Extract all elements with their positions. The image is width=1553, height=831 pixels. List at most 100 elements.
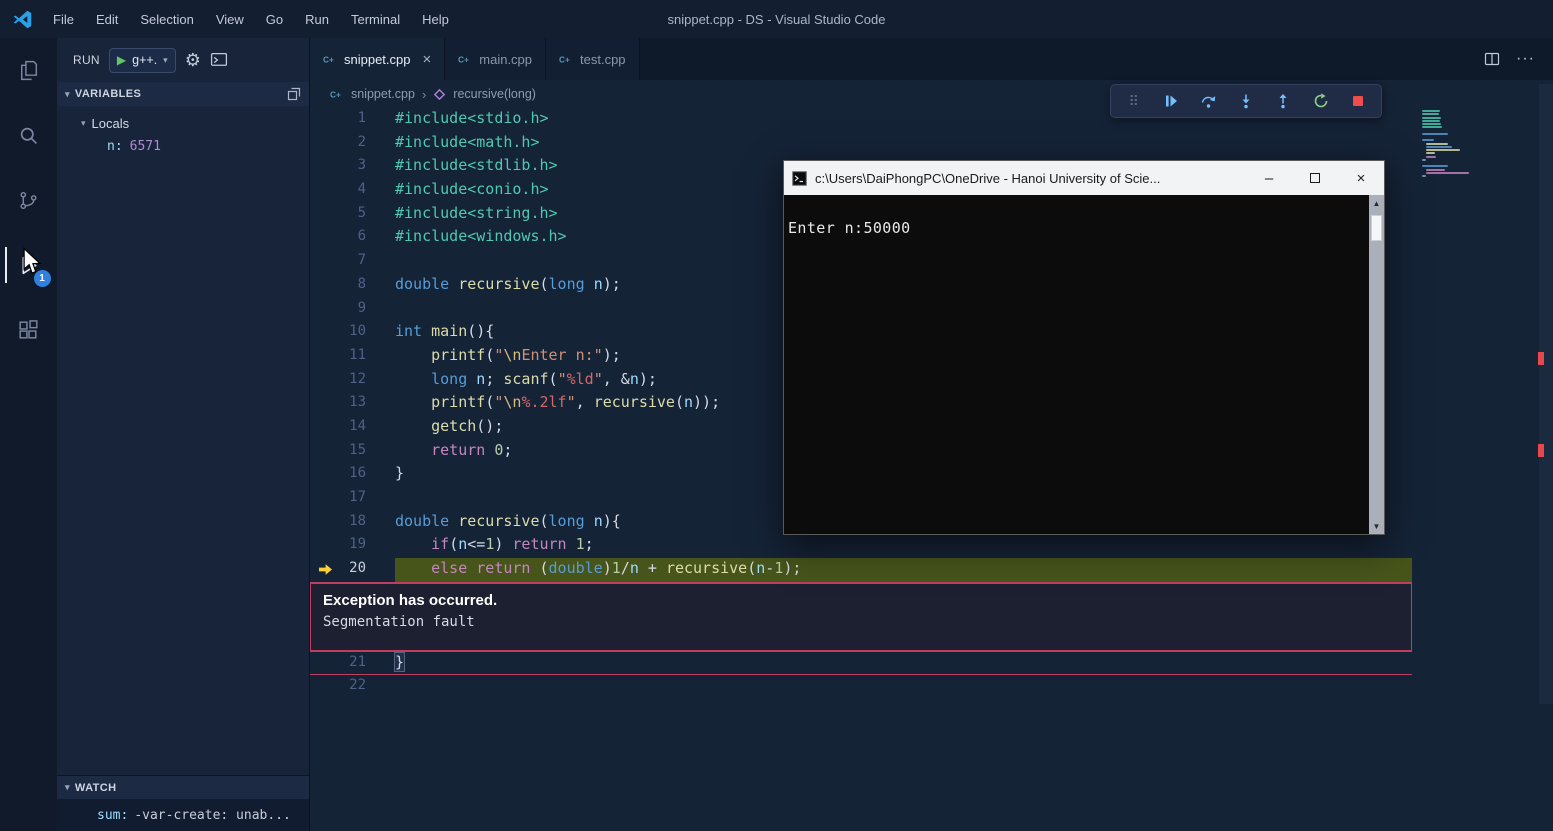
scrollbar-thumb[interactable] [1371, 215, 1382, 241]
cpp-file-icon: C+ [559, 55, 570, 65]
line-content: int main(){ [395, 322, 495, 341]
menu-item-go[interactable]: Go [256, 8, 293, 31]
line-number[interactable]: 13 [310, 394, 366, 410]
collapse-variables-icon[interactable] [287, 87, 301, 101]
line-number[interactable]: 8 [310, 276, 366, 292]
close-tab-icon[interactable]: × [423, 51, 432, 68]
step-over-button[interactable] [1194, 87, 1224, 115]
minimize-button[interactable]: – [1246, 161, 1292, 195]
menu-item-edit[interactable]: Edit [86, 8, 128, 31]
line-number[interactable]: 20 [310, 560, 366, 576]
line-number[interactable]: 17 [310, 489, 366, 505]
line-number[interactable]: 9 [310, 300, 366, 316]
restart-button[interactable] [1306, 87, 1336, 115]
menu-item-terminal[interactable]: Terminal [341, 8, 410, 31]
line-number[interactable]: 5 [310, 205, 366, 221]
continue-button[interactable] [1156, 87, 1186, 115]
line-number[interactable]: 1 [310, 110, 366, 126]
gear-icon[interactable]: ⚙ [185, 51, 201, 69]
tab-test.cpp[interactable]: C+ test.cpp [546, 38, 640, 80]
scroll-down-icon[interactable]: ▼ [1369, 518, 1384, 534]
chevron-down-icon: ▾ [81, 117, 86, 128]
maximize-button[interactable] [1292, 161, 1338, 195]
watch-section-header[interactable]: ▾ WATCH [57, 775, 309, 799]
tab-label: test.cpp [580, 51, 626, 67]
variables-section-header[interactable]: ▾ VARIABLES [57, 82, 309, 106]
line-number[interactable]: 19 [310, 536, 366, 552]
line-number[interactable]: 16 [310, 465, 366, 481]
line-content: #include<stdio.h> [395, 109, 549, 127]
debug-console-icon[interactable] [210, 52, 228, 68]
files-icon [21, 60, 38, 80]
more-actions-icon[interactable]: ··· [1516, 50, 1535, 68]
breadcrumb[interactable]: C+ snippet.cpp › recursive(long) [310, 80, 536, 108]
line-content: #include<conio.h> [395, 180, 549, 199]
line-number[interactable]: 4 [310, 181, 366, 197]
code-line-21[interactable]: 21} [310, 651, 1412, 676]
variable-name: n: [107, 138, 123, 154]
split-editor-icon[interactable] [1484, 51, 1500, 67]
editor-scrollbar[interactable] [1539, 84, 1553, 704]
line-content: printf("\n%.2lf", recursive(n)); [431, 393, 721, 412]
tab-label: main.cpp [479, 51, 533, 67]
menu-item-file[interactable]: File [43, 8, 84, 31]
menu-item-view[interactable]: View [206, 8, 254, 31]
step-out-button[interactable] [1268, 87, 1298, 115]
sidebar-item-source-control[interactable] [5, 176, 53, 224]
exception-title: Exception has occurred. [323, 591, 498, 609]
line-number[interactable]: 2 [310, 134, 366, 150]
breadcrumb-file[interactable]: snippet.cpp [351, 87, 415, 101]
tab-snippet.cpp[interactable]: C+ snippet.cpp × [310, 38, 446, 80]
run-label: RUN [73, 53, 100, 67]
close-button[interactable]: × [1338, 161, 1384, 195]
variable-value: 6571 [129, 138, 161, 154]
sidebar-item-explorer[interactable] [5, 46, 53, 94]
line-number[interactable]: 18 [310, 513, 366, 529]
menu-item-help[interactable]: Help [412, 8, 459, 31]
menu-item-run[interactable]: Run [295, 8, 339, 31]
console-output-area[interactable]: Enter n:50000 ▲ ▼ [784, 195, 1384, 534]
line-number[interactable]: 11 [310, 347, 366, 363]
menubar: File Edit Selection View Go Run Terminal Help [43, 8, 459, 31]
code-line-2[interactable]: 2 #include<math.h> [310, 132, 1412, 156]
console-titlebar[interactable]: c:\Users\DaiPhongPC\OneDrive - Hanoi Uni… [784, 161, 1384, 195]
titlebar: File Edit Selection View Go Run Terminal Help s… [0, 0, 1553, 38]
line-number[interactable]: 7 [310, 252, 366, 268]
line-number[interactable]: 6 [310, 228, 366, 244]
console-scrollbar[interactable]: ▲ ▼ [1369, 195, 1384, 534]
line-number[interactable]: 22 [310, 677, 366, 693]
minimap[interactable] [1422, 110, 1510, 182]
method-symbol-icon [434, 88, 446, 100]
sidebar-item-extensions[interactable] [5, 306, 53, 354]
step-over-icon [1201, 96, 1216, 108]
svg-text:C+: C+ [323, 55, 334, 65]
breadcrumb-symbol[interactable]: recursive(long) [453, 87, 536, 101]
line-number[interactable]: 14 [310, 418, 366, 434]
toolbar-grip-handle[interactable]: ⠿ [1119, 87, 1149, 115]
svg-text:C+: C+ [458, 55, 469, 65]
watch-expression-row[interactable]: sum: -var-create: unab... [57, 799, 309, 831]
tab-main.cpp[interactable]: C+ main.cpp [445, 38, 547, 80]
line-number[interactable]: 10 [310, 323, 366, 339]
code-line-22[interactable]: 22 [310, 675, 1412, 699]
launch-config-dropdown[interactable]: ▶ g++. ▾ [108, 47, 176, 73]
step-into-button[interactable] [1231, 87, 1261, 115]
stop-button[interactable] [1343, 87, 1373, 115]
sidebar-item-search[interactable] [5, 111, 53, 159]
line-number[interactable]: 21 [310, 654, 366, 670]
line-number[interactable]: 12 [310, 371, 366, 387]
line-number[interactable]: 15 [310, 442, 366, 458]
cpp-file-icon: C+ [323, 55, 334, 65]
locals-scope-row[interactable]: ▾ Locals [57, 111, 309, 135]
variable-row[interactable]: n: 6571 [57, 135, 309, 157]
line-number[interactable]: 3 [310, 157, 366, 173]
menu-item-selection[interactable]: Selection [130, 8, 203, 31]
code-line-20[interactable]: 20 else return (double)1/n + recursive(n… [310, 558, 1412, 582]
scroll-up-icon[interactable]: ▲ [1369, 195, 1384, 211]
exception-widget: Exception has occurred. Segmentation faul… [310, 581, 1412, 652]
line-content: double recursive(long n); [395, 274, 621, 293]
search-icon [20, 127, 38, 144]
cpp-file-icon: C+ [330, 90, 341, 100]
code-line-19[interactable]: 19 if(n<=1) return 1; [310, 534, 1412, 558]
start-debugging-icon[interactable]: ▶ [117, 54, 126, 66]
